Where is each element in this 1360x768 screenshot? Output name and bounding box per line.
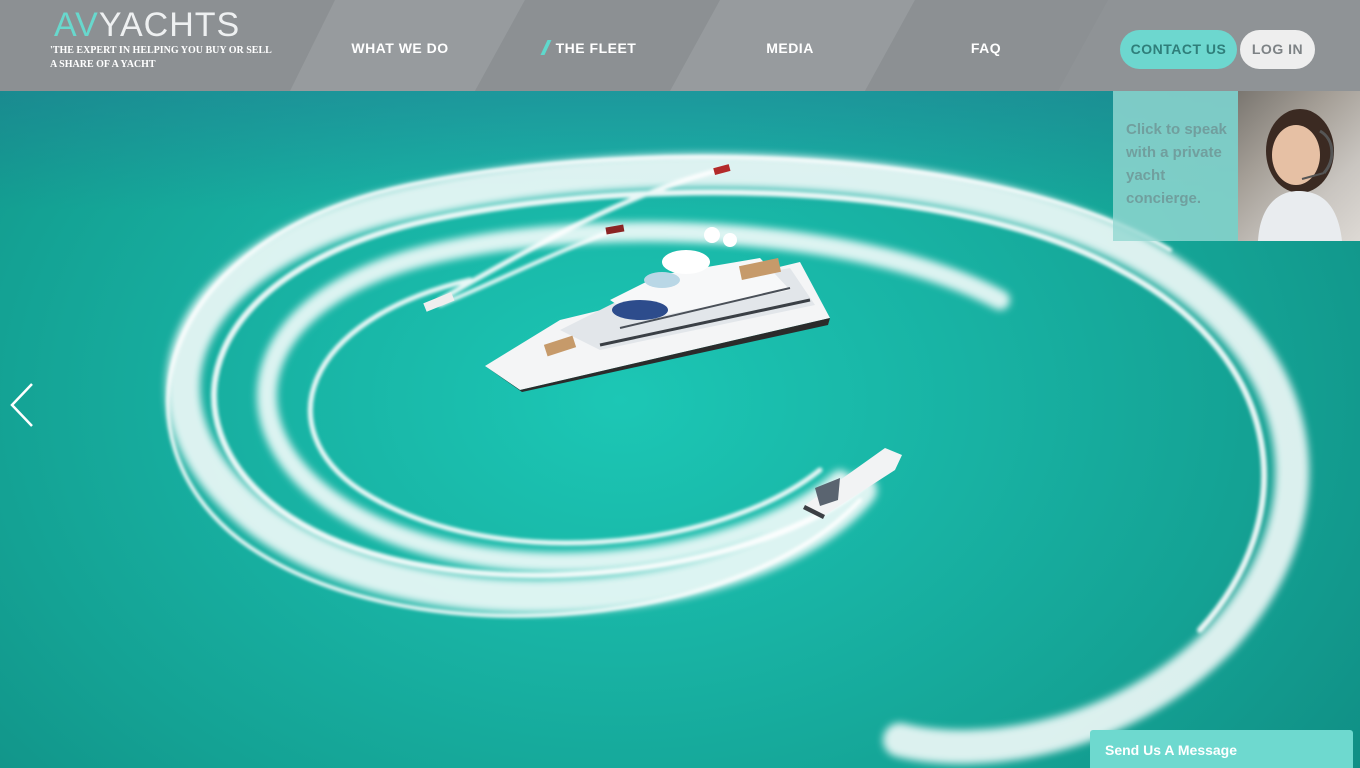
site-logo[interactable]: AVYACHTS 'THE EXPERT IN HELPING YOU BUY …: [50, 6, 290, 86]
concierge-text: Click to speak with a private yacht conc…: [1113, 91, 1238, 241]
logo-prefix: AV: [54, 6, 99, 44]
nav-the-fleet[interactable]: THE FLEET: [530, 0, 650, 91]
nav-faq-label: FAQ: [970, 40, 1002, 56]
concierge-widget[interactable]: Click to speak with a private yacht conc…: [1113, 91, 1360, 241]
nav-media-label: MEDIA: [766, 40, 814, 56]
send-message-button[interactable]: Send Us A Message: [1090, 730, 1353, 768]
nav-what-we-do[interactable]: WHAT WE DO: [340, 0, 460, 91]
logo-name: YACHTS: [98, 6, 241, 44]
logo-tagline-line2: A SHARE OF A YACHT: [50, 59, 156, 70]
nav-faq[interactable]: FAQ: [950, 0, 1022, 91]
nav-media[interactable]: MEDIA: [740, 0, 840, 91]
contact-us-button[interactable]: CONTACT US: [1120, 30, 1237, 69]
chevron-left-icon: [10, 383, 33, 427]
site-header: AVYACHTS 'THE EXPERT IN HELPING YOU BUY …: [0, 0, 1360, 91]
yacht: [485, 227, 830, 392]
logo-tagline-line1: 'THE EXPERT IN HELPING YOU BUY OR SELL: [50, 45, 272, 56]
concierge-photo: [1238, 91, 1360, 241]
active-indicator-icon: [540, 40, 552, 55]
carousel-prev-button[interactable]: [8, 380, 38, 430]
log-in-button[interactable]: LOG IN: [1240, 30, 1315, 69]
logo-tagline: 'THE EXPERT IN HELPING YOU BUY OR SELL A…: [50, 44, 290, 72]
nav-the-fleet-label: THE FLEET: [555, 40, 637, 56]
concierge-agent-image: [1258, 109, 1342, 241]
logo-wordmark: AVYACHTS: [54, 6, 240, 44]
nav-what-we-do-label: WHAT WE DO: [351, 40, 449, 56]
